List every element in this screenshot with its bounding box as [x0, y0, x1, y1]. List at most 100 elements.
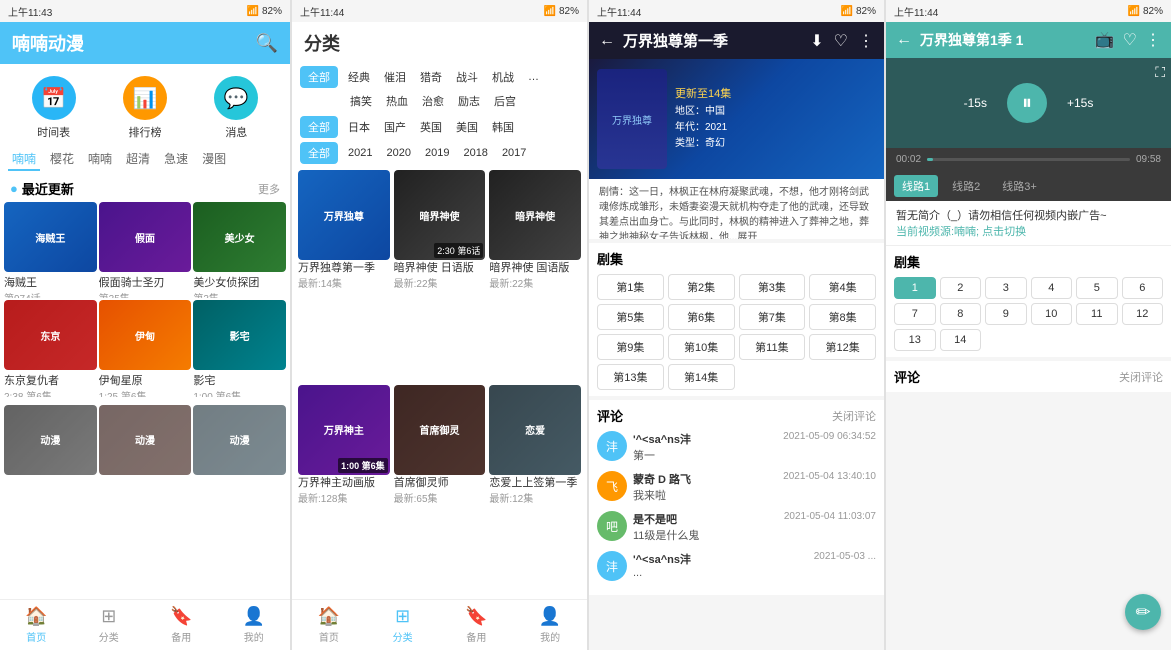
ep-btn4-6[interactable]: 6 [1122, 277, 1164, 299]
nav-category[interactable]: ⊞ 分类 [73, 606, 146, 644]
video-area[interactable]: -15s ⏸ +15s ⛶ [886, 58, 1171, 148]
ep-btn4-9[interactable]: 9 [985, 303, 1027, 325]
cat-japan[interactable]: 日本 [344, 116, 374, 138]
more-icon[interactable]: ⋮ [858, 31, 874, 51]
cat-sad[interactable]: 催泪 [380, 66, 410, 88]
source-tab-1[interactable]: 线路1 [894, 175, 938, 197]
ep-btn-5[interactable]: 第5集 [597, 304, 664, 330]
ep-btn4-12[interactable]: 12 [1122, 303, 1164, 325]
cat-us[interactable]: 美国 [452, 116, 482, 138]
cat-2018[interactable]: 2018 [459, 144, 491, 162]
cat-2021[interactable]: 2021 [344, 144, 376, 162]
nav-backup-2[interactable]: 🔖 备用 [440, 606, 514, 644]
anime-card-2[interactable]: 美少女 美少女侦探团 第3集 [193, 202, 286, 298]
tv-icon[interactable]: 📺 [1095, 30, 1115, 50]
ep-btn-10[interactable]: 第10集 [668, 334, 735, 360]
schedule-icon-item[interactable]: 📅 时间表 [32, 76, 76, 140]
ep-btn4-14[interactable]: 14 [940, 329, 982, 351]
nav-home[interactable]: 🏠 首页 [0, 606, 73, 644]
cat-anime-3[interactable]: 万界神主 1:00 第6集 万界神主动画版 最新:128集 [298, 385, 390, 596]
tab-manga[interactable]: 漫图 [198, 148, 230, 171]
play-pause-button[interactable]: ⏸ [1007, 83, 1047, 123]
anime-card-1[interactable]: 假面 假面骑士圣刃 第35集 [99, 202, 192, 298]
anime-card-6[interactable]: 动漫 [4, 405, 97, 600]
ep-btn4-13[interactable]: 13 [894, 329, 936, 351]
anime-card-0[interactable]: 海贼王 海贼王 第974话 [4, 202, 97, 298]
download-icon[interactable]: ⬇ [810, 31, 823, 51]
ep-btn-7[interactable]: 第7集 [739, 304, 806, 330]
cat-china[interactable]: 国产 [380, 116, 410, 138]
skip-back-button[interactable]: -15s [964, 96, 987, 110]
cat-2017[interactable]: 2017 [498, 144, 530, 162]
anime-card-4[interactable]: 伊甸 伊甸星原 1:25 第6集 [99, 300, 192, 396]
cat-2019[interactable]: 2019 [421, 144, 453, 162]
cat-all-2[interactable]: 全部 [300, 116, 338, 138]
anime-card-3[interactable]: 东京 东京复仇者 2:38 第6集 [4, 300, 97, 396]
back-button-4[interactable]: ← [896, 31, 912, 49]
more-icon-4[interactable]: ⋮ [1145, 30, 1161, 50]
cat-anime-0[interactable]: 万界独尊 万界独尊第一季 最新:14集 [298, 170, 390, 381]
ep-btn4-7[interactable]: 7 [894, 303, 936, 325]
more-link[interactable]: 更多 [258, 181, 280, 197]
search-icon[interactable]: 🔍 [256, 33, 278, 54]
fullscreen-icon[interactable]: ⛶ [1155, 64, 1165, 81]
ep-btn-3[interactable]: 第3集 [739, 274, 806, 300]
ep-btn-8[interactable]: 第8集 [809, 304, 876, 330]
nav-home-2[interactable]: 🏠 首页 [292, 606, 366, 644]
anime-card-7[interactable]: 动漫 [99, 405, 192, 600]
cat-anime-5[interactable]: 恋爱 恋爱上上签第一季 最新:12集 [489, 385, 581, 596]
progress-track[interactable] [927, 158, 1130, 161]
ep-btn4-1[interactable]: 1 [894, 277, 936, 299]
favorite-icon-4[interactable]: ♡ [1123, 30, 1137, 50]
cat-hot[interactable]: 热血 [382, 90, 412, 112]
skip-forward-button[interactable]: +15s [1067, 96, 1093, 110]
fab-edit[interactable]: ✏ [1125, 594, 1161, 630]
cat-all-3[interactable]: 全部 [300, 142, 338, 164]
ep-btn-13[interactable]: 第13集 [597, 364, 664, 390]
favorite-icon[interactable]: ♡ [834, 31, 848, 51]
cat-inspire[interactable]: 励志 [454, 90, 484, 112]
cat-mech[interactable]: 机战 [488, 66, 518, 88]
back-button[interactable]: ← [599, 32, 615, 50]
cat-harem[interactable]: 后宫 [490, 90, 520, 112]
tab-yinghua[interactable]: 樱花 [46, 148, 78, 171]
tab-fast[interactable]: 急速 [160, 148, 192, 171]
cat-classic[interactable]: 经典 [344, 66, 374, 88]
source-tab-2[interactable]: 线路2 [944, 175, 988, 197]
message-icon-item[interactable]: 💬 消息 [214, 76, 258, 140]
tab-hd[interactable]: 超清 [122, 148, 154, 171]
ep-btn4-11[interactable]: 11 [1076, 303, 1118, 325]
cat-anime-4[interactable]: 首席御灵 首席御灵师 最新:65集 [394, 385, 486, 596]
ep-btn-9[interactable]: 第9集 [597, 334, 664, 360]
ep-btn4-5[interactable]: 5 [1076, 277, 1118, 299]
cat-anime-2[interactable]: 暗界神使 暗界神使 国语版 最新:22集 [489, 170, 581, 381]
cat-fight[interactable]: 战斗 [452, 66, 482, 88]
cat-2020[interactable]: 2020 [382, 144, 414, 162]
anime-card-8[interactable]: 动漫 [193, 405, 286, 600]
nav-profile[interactable]: 👤 我的 [218, 606, 291, 644]
ep-btn-4[interactable]: 第4集 [809, 274, 876, 300]
tab-nanan2[interactable]: 喃喃 [84, 148, 116, 171]
cat-comedy[interactable]: 搞笑 [346, 90, 376, 112]
nav-category-2[interactable]: ⊞ 分类 [366, 606, 440, 644]
tab-nanan[interactable]: 喃喃 [8, 148, 40, 171]
ep-btn4-4[interactable]: 4 [1031, 277, 1073, 299]
ep-btn-11[interactable]: 第11集 [739, 334, 806, 360]
ep-btn4-2[interactable]: 2 [940, 277, 982, 299]
anime-card-5[interactable]: 影宅 影宅 1:00 第6集 [193, 300, 286, 396]
ep-btn4-8[interactable]: 8 [940, 303, 982, 325]
close-comments-3[interactable]: 关闭评论 [832, 408, 876, 424]
ep-btn-6[interactable]: 第6集 [668, 304, 735, 330]
ep-btn-1[interactable]: 第1集 [597, 274, 664, 300]
notice-link[interactable]: 当前视频源:喃喃; 点击切换 [896, 223, 1161, 239]
cat-all-1[interactable]: 全部 [300, 66, 338, 88]
nav-backup[interactable]: 🔖 备用 [145, 606, 218, 644]
cat-uk[interactable]: 英国 [416, 116, 446, 138]
cat-anime-1[interactable]: 暗界神使 2:30 第6话 暗界神使 日语版 最新:22集 [394, 170, 486, 381]
ep-btn-2[interactable]: 第2集 [668, 274, 735, 300]
cat-korea[interactable]: 韩国 [488, 116, 518, 138]
ep-btn-12[interactable]: 第12集 [809, 334, 876, 360]
cat-heal[interactable]: 治愈 [418, 90, 448, 112]
nav-profile-2[interactable]: 👤 我的 [513, 606, 587, 644]
ep-btn-14[interactable]: 第14集 [668, 364, 735, 390]
